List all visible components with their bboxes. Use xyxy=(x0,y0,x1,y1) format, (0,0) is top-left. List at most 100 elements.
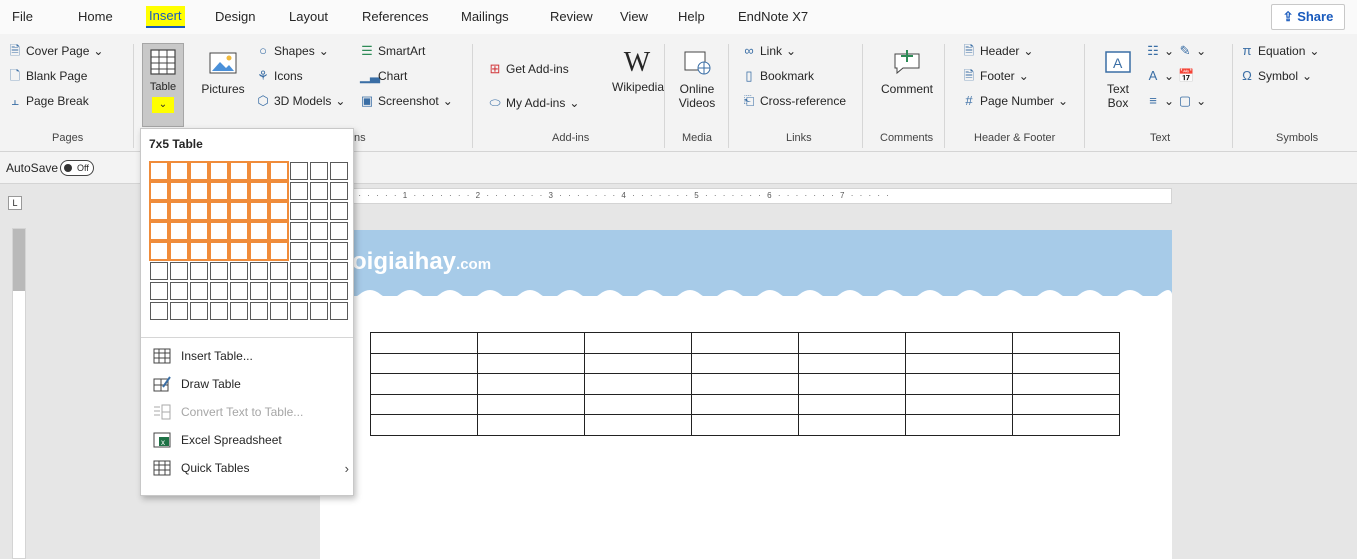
grid-cell[interactable] xyxy=(310,202,328,220)
grid-cell[interactable] xyxy=(269,201,289,221)
table-cell[interactable] xyxy=(584,414,692,436)
footer-button[interactable]: 🗎 Footer ⌄ xyxy=(962,69,1029,84)
header-button[interactable]: 🗎 Header ⌄ xyxy=(962,44,1034,59)
grid-cell[interactable] xyxy=(189,241,209,261)
link-button[interactable]: ∞ Link ⌄ xyxy=(742,44,796,59)
grid-cell[interactable] xyxy=(189,161,209,181)
grid-cell[interactable] xyxy=(249,181,269,201)
3d-models-button[interactable]: ⬡ 3D Models ⌄ xyxy=(256,94,345,109)
grid-cell[interactable] xyxy=(269,181,289,201)
grid-cell[interactable] xyxy=(230,282,248,300)
table-cell[interactable] xyxy=(370,414,478,436)
grid-cell[interactable] xyxy=(149,161,169,181)
table-cell[interactable] xyxy=(691,373,799,395)
grid-cell[interactable] xyxy=(249,221,269,241)
shapes-button[interactable]: ○ Shapes ⌄ xyxy=(256,44,329,59)
table-cell[interactable] xyxy=(691,393,799,416)
signature-icon[interactable]: ✎ xyxy=(1178,44,1192,58)
grid-cell[interactable] xyxy=(330,222,348,240)
table-cell[interactable] xyxy=(905,332,1013,354)
table-cell[interactable] xyxy=(1012,414,1120,436)
menu-references[interactable]: References xyxy=(362,9,428,24)
grid-cell[interactable] xyxy=(290,302,308,320)
grid-cell[interactable] xyxy=(290,242,308,260)
wordart-button[interactable]: A ⌄ 📅 xyxy=(1146,69,1195,84)
cross-reference-button[interactable]: ⎗ Cross-reference xyxy=(742,94,846,109)
grid-cell[interactable] xyxy=(150,302,168,320)
table-cell[interactable] xyxy=(370,332,478,354)
table-cell[interactable] xyxy=(905,373,1013,395)
table-button[interactable]: Table ⌄ xyxy=(142,43,184,127)
grid-cell[interactable] xyxy=(210,302,228,320)
grid-cell[interactable] xyxy=(190,262,208,280)
grid-cell[interactable] xyxy=(250,302,268,320)
grid-cell[interactable] xyxy=(310,162,328,180)
grid-cell[interactable] xyxy=(290,262,308,280)
wikipedia-button[interactable]: W Wikipedia xyxy=(612,46,664,94)
grid-cell[interactable] xyxy=(269,221,289,241)
grid-cell[interactable] xyxy=(170,302,188,320)
table-cell[interactable] xyxy=(691,332,799,354)
document-table[interactable] xyxy=(370,332,1120,436)
grid-cell[interactable] xyxy=(310,262,328,280)
table-cell[interactable] xyxy=(477,414,585,436)
table-cell[interactable] xyxy=(1012,373,1120,395)
bookmark-button[interactable]: ▯ Bookmark xyxy=(742,69,814,84)
menu-endnote[interactable]: EndNote X7 xyxy=(738,9,808,24)
grid-cell[interactable] xyxy=(149,241,169,261)
grid-cell[interactable] xyxy=(290,182,308,200)
menu-review[interactable]: Review xyxy=(550,9,593,24)
table-cell[interactable] xyxy=(584,393,692,416)
text-box-button[interactable]: A Text Box xyxy=(1098,46,1138,110)
grid-cell[interactable] xyxy=(249,241,269,261)
grid-cell[interactable] xyxy=(330,262,348,280)
table-cell[interactable] xyxy=(477,373,585,395)
convert-text-item[interactable]: Convert Text to Table... xyxy=(153,401,349,423)
menu-file[interactable]: File xyxy=(12,9,33,24)
grid-cell[interactable] xyxy=(150,262,168,280)
object-icon[interactable]: ▢ xyxy=(1178,94,1192,108)
table-cell[interactable] xyxy=(370,373,478,395)
table-cell[interactable] xyxy=(798,352,906,375)
blank-page-button[interactable]: 🗋 Blank Page xyxy=(8,69,88,84)
table-cell[interactable] xyxy=(798,332,906,354)
draw-table-item[interactable]: Draw Table xyxy=(153,373,349,395)
grid-cell[interactable] xyxy=(330,182,348,200)
table-cell[interactable] xyxy=(477,332,585,354)
my-addins-button[interactable]: ⬭ My Add-ins ⌄ xyxy=(488,96,579,111)
table-cell[interactable] xyxy=(1012,332,1120,354)
grid-cell[interactable] xyxy=(190,282,208,300)
table-cell[interactable] xyxy=(905,393,1013,416)
page-number-button[interactable]: # Page Number ⌄ xyxy=(962,94,1068,109)
chevron-down-icon[interactable]: ⌄ xyxy=(152,97,174,113)
grid-cell[interactable] xyxy=(169,161,189,181)
grid-cell[interactable] xyxy=(189,181,209,201)
grid-cell[interactable] xyxy=(290,202,308,220)
table-cell[interactable] xyxy=(905,414,1013,436)
table-cell[interactable] xyxy=(798,393,906,416)
grid-cell[interactable] xyxy=(229,221,249,241)
table-cell[interactable] xyxy=(584,332,692,354)
grid-cell[interactable] xyxy=(249,201,269,221)
grid-cell[interactable] xyxy=(209,201,229,221)
grid-cell[interactable] xyxy=(229,241,249,261)
grid-cell[interactable] xyxy=(290,222,308,240)
quick-parts-button[interactable]: ☷ ⌄ ✎ ⌄ xyxy=(1146,44,1206,59)
excel-spreadsheet-item[interactable]: x Excel Spreadsheet xyxy=(153,429,349,451)
grid-cell[interactable] xyxy=(189,201,209,221)
table-cell[interactable] xyxy=(691,414,799,436)
grid-cell[interactable] xyxy=(229,201,249,221)
grid-cell[interactable] xyxy=(209,161,229,181)
grid-cell[interactable] xyxy=(330,242,348,260)
table-cell[interactable] xyxy=(798,373,906,395)
share-button[interactable]: ⇪ Share xyxy=(1271,4,1345,30)
grid-cell[interactable] xyxy=(169,221,189,241)
menu-view[interactable]: View xyxy=(620,9,648,24)
grid-cell[interactable] xyxy=(209,181,229,201)
grid-cell[interactable] xyxy=(330,162,348,180)
autosave-toggle[interactable]: Off xyxy=(60,160,94,176)
grid-cell[interactable] xyxy=(330,202,348,220)
grid-cell[interactable] xyxy=(250,282,268,300)
date-time-icon[interactable]: 📅 xyxy=(1178,69,1194,83)
table-cell[interactable] xyxy=(370,393,478,416)
